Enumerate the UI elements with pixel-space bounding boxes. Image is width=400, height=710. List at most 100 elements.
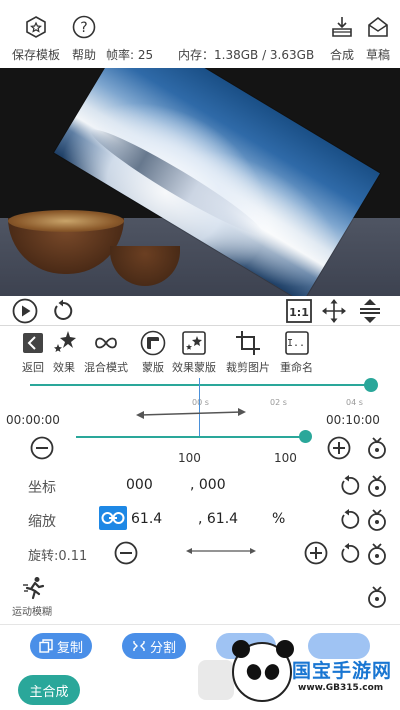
video-preview[interactable] [0, 68, 400, 296]
position-x-value[interactable]: 000 [126, 477, 153, 493]
tool-effects[interactable]: 效果 [50, 330, 78, 375]
rotate-plus-button[interactable] [304, 541, 328, 565]
top-bar: 保存模板 ? 帮助 帧率: 25 内存：1.38GB / 3.63GB 合成 草… [0, 0, 400, 68]
mask-icon [139, 330, 167, 356]
motion-blur-label: 运动模糊 [12, 607, 52, 618]
draft-button[interactable]: 草稿 [366, 14, 390, 63]
double-arrow-icon [136, 408, 246, 419]
play-icon [12, 298, 38, 324]
replay-icon [54, 299, 73, 320]
split-icon [133, 641, 145, 651]
watermark-logo: 国宝手游网 www.GB315.com [232, 640, 400, 710]
undo-icon [341, 509, 360, 529]
position-undo-button[interactable] [338, 475, 360, 497]
link-chain-icon [101, 512, 125, 524]
crop-icon [234, 330, 262, 356]
tool-effect-mask-label: 效果蒙版 [172, 361, 216, 374]
reset-default-icon [368, 475, 386, 497]
rename-icon: I.. [283, 330, 311, 356]
scale-unit: % [272, 511, 286, 527]
preview-bowl-rim [8, 210, 124, 232]
scale-x-value[interactable]: 61.4 [131, 511, 162, 527]
vertical-expand-button[interactable] [355, 296, 385, 326]
replay-button[interactable] [48, 296, 78, 326]
rotate-undo-button[interactable] [338, 543, 360, 565]
zoom-in-button[interactable] [327, 436, 351, 460]
copy-button[interactable]: 复制 [30, 633, 92, 659]
watermark-title: 国宝手游网 [292, 660, 393, 682]
rotate-drag-arrow-icon[interactable] [186, 546, 256, 556]
minus-circle-icon [30, 436, 54, 460]
motion-blur-reset-button[interactable] [366, 585, 388, 609]
scale-y-value[interactable]: , 61.4 [198, 511, 238, 527]
tick-label: 04 s [346, 398, 363, 407]
timeline-handle[interactable] [364, 378, 378, 392]
ratio-1to1-icon: 1:1 [286, 299, 312, 323]
fps-readout: 帧率: 25 [106, 48, 154, 62]
tool-blend-mode-label: 混合模式 [84, 361, 128, 374]
reset-default-icon [368, 437, 386, 459]
scale-link-button[interactable] [99, 506, 127, 530]
zoom-out-button[interactable] [30, 436, 54, 460]
timeline-track[interactable] [30, 384, 372, 386]
undo-icon [341, 475, 360, 495]
compose-icon [330, 14, 354, 40]
tool-crop[interactable]: 裁剪图片 [226, 330, 270, 375]
vertical-expand-icon [360, 299, 380, 323]
svg-text:?: ? [80, 20, 87, 36]
svg-text:I..: I.. [286, 338, 304, 349]
zoom-max-label: 100 [274, 451, 297, 465]
draft-icon [366, 14, 390, 40]
plus-circle-icon [327, 436, 351, 460]
svg-text:1:1: 1:1 [289, 306, 309, 319]
position-label: 坐标 [28, 480, 56, 496]
panda-logo-icon [232, 640, 294, 702]
play-button[interactable] [10, 296, 40, 326]
tool-mask[interactable]: 蒙版 [139, 330, 167, 375]
tool-effects-label: 效果 [53, 361, 75, 374]
bottom-divider [0, 624, 400, 625]
save-template-icon [24, 14, 48, 40]
running-man-icon [23, 577, 45, 600]
memory-readout: 内存：1.38GB / 3.63GB [178, 48, 315, 62]
reset-default-icon [368, 543, 386, 565]
zoom-slider-track[interactable] [76, 436, 306, 438]
rotate-label: 旋转:0.11 [28, 549, 88, 564]
time-start: 00:00:00 [6, 413, 60, 427]
watermark-url: www.GB315.com [298, 683, 384, 693]
back-arrow-icon [19, 330, 47, 356]
aspect-ratio-button[interactable]: 1:1 [284, 296, 314, 326]
tool-crop-label: 裁剪图片 [226, 361, 270, 374]
copy-label: 复制 [56, 640, 83, 656]
motion-blur-button[interactable] [22, 576, 46, 600]
zoom-slider-handle[interactable] [299, 430, 312, 443]
tool-blend-mode[interactable]: 混合模式 [84, 330, 128, 375]
save-template-button[interactable]: 保存模板 [12, 14, 60, 63]
position-y-value[interactable]: , 000 [190, 477, 226, 493]
move-button[interactable] [319, 296, 349, 326]
help-icon: ? [72, 14, 96, 40]
infinity-icon [92, 330, 120, 356]
tool-rename[interactable]: I.. 重命名 [280, 330, 313, 375]
effect-mask-icon [180, 330, 208, 356]
tool-effect-mask[interactable]: 效果蒙版 [172, 330, 216, 375]
zoom-reset-button[interactable] [366, 436, 388, 460]
partially-hidden-thumbnail[interactable] [198, 660, 234, 700]
zoom-min-label: 100 [178, 451, 201, 465]
tool-back[interactable]: 返回 [19, 330, 47, 375]
copy-icon [39, 639, 53, 653]
rotate-reset-button[interactable] [366, 542, 388, 566]
scale-label: 缩放 [28, 514, 56, 530]
scale-undo-button[interactable] [338, 509, 360, 531]
position-reset-button[interactable] [366, 474, 388, 498]
main-compose-button[interactable]: 主合成 [18, 675, 80, 705]
tool-back-label: 返回 [22, 361, 44, 374]
help-label: 帮助 [72, 48, 97, 62]
rotate-minus-button[interactable] [114, 541, 138, 565]
help-button[interactable]: ? 帮助 [72, 14, 96, 63]
split-button[interactable]: 分割 [122, 633, 186, 659]
compose-button[interactable]: 合成 [330, 14, 354, 63]
tool-mask-label: 蒙版 [142, 361, 164, 374]
scale-reset-button[interactable] [366, 508, 388, 532]
sparkles-icon [50, 330, 78, 356]
